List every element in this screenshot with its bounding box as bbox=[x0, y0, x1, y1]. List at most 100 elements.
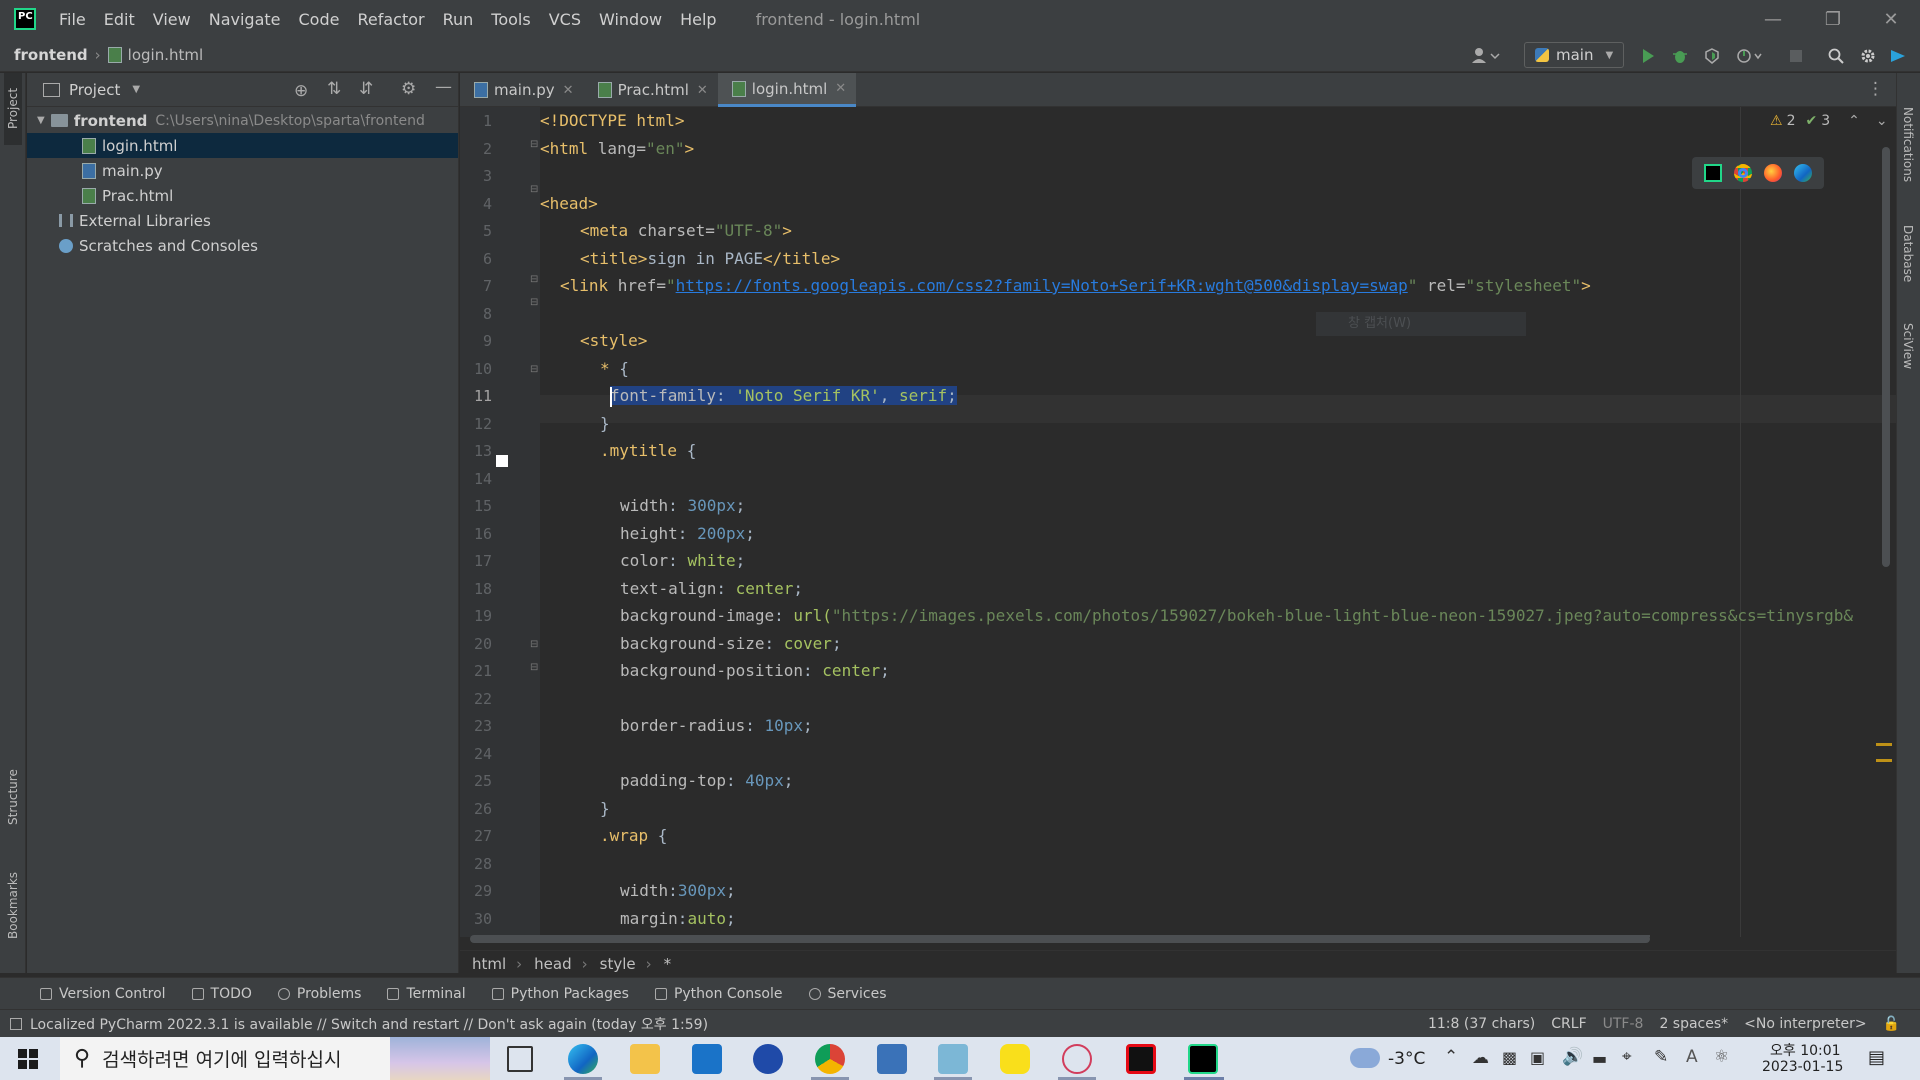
project-panel-title[interactable]: Project bbox=[69, 81, 120, 99]
chevron-down-icon[interactable]: ▼ bbox=[37, 115, 45, 126]
menu-file[interactable]: File bbox=[50, 10, 95, 29]
breadcrumb-html[interactable]: html bbox=[472, 955, 506, 973]
nav-project[interactable]: frontend bbox=[14, 46, 88, 64]
hide-panel-icon[interactable]: — bbox=[435, 77, 452, 97]
code-line-27[interactable]: .wrap { bbox=[600, 822, 667, 850]
tab-login-html[interactable]: login.html ✕ bbox=[717, 73, 857, 107]
fold-icon[interactable]: ⊟ bbox=[530, 639, 538, 650]
code-line-13[interactable]: .mytitle { bbox=[600, 437, 696, 465]
tab-prac-html[interactable]: Prac.html ✕ bbox=[584, 73, 718, 107]
close-icon[interactable]: ✕ bbox=[1862, 0, 1920, 38]
project-strip-label[interactable]: Project bbox=[6, 88, 20, 129]
tool-todo[interactable]: TODO bbox=[191, 986, 252, 1002]
network-icon[interactable]: ⚛ bbox=[1714, 1047, 1729, 1067]
jetbrains-toolbox-icon[interactable] bbox=[1890, 48, 1906, 64]
tab-main-py[interactable]: main.py ✕ bbox=[460, 73, 584, 107]
notifications-strip-label[interactable]: Notifications bbox=[1901, 107, 1915, 182]
code-line-9[interactable]: <style> bbox=[580, 327, 647, 355]
code-line-4[interactable]: <head> bbox=[540, 190, 598, 218]
nav-file[interactable]: login.html bbox=[128, 46, 203, 64]
fold-icon[interactable]: ⊟ bbox=[530, 139, 538, 150]
menu-view[interactable]: View bbox=[144, 10, 200, 29]
tool-python-packages[interactable]: Python Packages bbox=[491, 986, 629, 1002]
onedrive-icon[interactable]: ☁ bbox=[1472, 1048, 1489, 1068]
code-line-2[interactable]: <html lang="en"> bbox=[540, 135, 694, 163]
battery-device-icon[interactable]: ▩ bbox=[1502, 1048, 1517, 1067]
structure-strip-label[interactable]: Structure bbox=[6, 769, 20, 825]
notepad-icon[interactable] bbox=[938, 1044, 968, 1074]
chrome-taskbar-icon[interactable] bbox=[815, 1044, 845, 1074]
collapse-all-icon[interactable]: ⇵ bbox=[359, 79, 373, 99]
status-message[interactable]: Localized PyCharm 2022.3.1 is available … bbox=[30, 1014, 708, 1034]
code-line-11[interactable]: font-family: 'Noto Serif KR', serif; bbox=[610, 382, 957, 410]
mail-icon[interactable] bbox=[692, 1044, 722, 1074]
code-line-15[interactable]: width: 300px; bbox=[620, 492, 745, 520]
bookmarks-strip-label[interactable]: Bookmarks bbox=[6, 872, 20, 939]
weather-temperature[interactable]: -3°C bbox=[1388, 1049, 1425, 1069]
ime-language-icon[interactable]: A bbox=[1686, 1047, 1698, 1067]
app-icon[interactable] bbox=[753, 1044, 783, 1074]
code-line-29[interactable]: width:300px; bbox=[620, 877, 736, 905]
menu-vcs[interactable]: VCS bbox=[540, 10, 590, 29]
code-line-12[interactable]: } bbox=[600, 410, 610, 438]
windows-start-icon[interactable] bbox=[18, 1049, 38, 1069]
code-line-25[interactable]: padding-top: 40px; bbox=[620, 767, 793, 795]
battery-icon[interactable]: ▬ bbox=[1592, 1049, 1607, 1068]
chevron-up-icon[interactable]: ⌃ bbox=[1444, 1047, 1458, 1067]
tree-item-frontend[interactable]: ▼ frontend C:\Users\nina\Desktop\sparta\… bbox=[27, 108, 458, 133]
firefox-icon[interactable] bbox=[1764, 164, 1782, 182]
menu-tools[interactable]: Tools bbox=[482, 10, 539, 29]
run-icon[interactable] bbox=[1640, 48, 1656, 64]
code-line-21[interactable]: background-position: center; bbox=[620, 657, 890, 685]
color-preview-swatch[interactable] bbox=[496, 455, 508, 467]
status-toggle-icon[interactable] bbox=[10, 1017, 22, 1030]
expand-all-icon[interactable]: ⇅ bbox=[327, 79, 341, 99]
inspection-widget[interactable]: ⚠ 2 ✔ 3 ⌃ ⌄ bbox=[1770, 113, 1888, 129]
gear-icon[interactable]: ⚙ bbox=[401, 79, 416, 99]
code-line-17[interactable]: color: white; bbox=[620, 547, 745, 575]
display-icon[interactable]: ▣ bbox=[1530, 1048, 1545, 1067]
profile-icon[interactable] bbox=[1736, 48, 1764, 64]
more-options-icon[interactable]: ⋮ bbox=[1867, 79, 1884, 99]
calculator-icon[interactable] bbox=[877, 1044, 907, 1074]
file-encoding[interactable]: UTF-8 bbox=[1603, 1016, 1644, 1032]
indent-setting[interactable]: 2 spaces* bbox=[1659, 1016, 1728, 1032]
lock-icon[interactable]: 🔓 bbox=[1883, 1016, 1900, 1032]
taskbar-search-box[interactable]: ⚲ 검색하려면 여기에 입력하십시 bbox=[60, 1037, 490, 1080]
tool-python-console[interactable]: Python Console bbox=[654, 986, 783, 1002]
code-line-5[interactable]: <meta charset="UTF-8"> bbox=[580, 217, 792, 245]
menu-navigate[interactable]: Navigate bbox=[200, 10, 290, 29]
code-line-26[interactable]: } bbox=[600, 795, 610, 823]
fold-icon[interactable]: ⊟ bbox=[530, 184, 538, 195]
breadcrumb-selector[interactable]: * bbox=[664, 955, 672, 973]
settings-gear-icon[interactable] bbox=[1860, 48, 1876, 64]
tool-terminal[interactable]: Terminal bbox=[387, 986, 466, 1002]
fold-icon[interactable]: ⊟ bbox=[530, 662, 538, 673]
file-explorer-icon[interactable] bbox=[630, 1044, 660, 1074]
menu-window[interactable]: Window bbox=[590, 10, 671, 29]
menu-run[interactable]: Run bbox=[434, 10, 483, 29]
close-tab-icon[interactable]: ✕ bbox=[697, 83, 708, 98]
pycharm-taskbar-icon[interactable] bbox=[1188, 1044, 1218, 1074]
menu-code[interactable]: Code bbox=[290, 10, 349, 29]
caret-position[interactable]: 11:8 (37 chars) bbox=[1428, 1016, 1535, 1032]
chevron-down-icon[interactable]: ▼ bbox=[132, 84, 140, 95]
fold-icon[interactable]: ⊟ bbox=[530, 364, 538, 375]
fold-icon[interactable]: ⊟ bbox=[530, 297, 538, 308]
close-tab-icon[interactable]: ✕ bbox=[835, 81, 846, 96]
breadcrumb-style[interactable]: style bbox=[600, 955, 636, 973]
code-editor[interactable]: <!DOCTYPE html> <html lang="en"> <head> … bbox=[540, 107, 1896, 937]
edge-icon[interactable] bbox=[1794, 164, 1812, 182]
database-strip-label[interactable]: Database bbox=[1901, 225, 1915, 282]
tree-item-scratches[interactable]: Scratches and Consoles bbox=[27, 233, 458, 258]
clock-time[interactable]: 오후 10:01 bbox=[1770, 1040, 1841, 1060]
clock-date[interactable]: 2023-01-15 bbox=[1762, 1059, 1843, 1075]
chevron-down-icon[interactable]: ⌄ bbox=[1876, 113, 1888, 129]
sciview-strip-label[interactable]: SciView bbox=[1901, 323, 1915, 369]
locate-target-icon[interactable]: ⊕ bbox=[294, 81, 308, 101]
stop-icon[interactable] bbox=[1788, 48, 1804, 64]
code-line-6[interactable]: <title>sign in PAGE</title> bbox=[580, 245, 840, 273]
code-line-19[interactable]: background-image: url("https://images.pe… bbox=[620, 602, 1853, 630]
code-line-23[interactable]: border-radius: 10px; bbox=[620, 712, 813, 740]
menu-edit[interactable]: Edit bbox=[95, 10, 144, 29]
